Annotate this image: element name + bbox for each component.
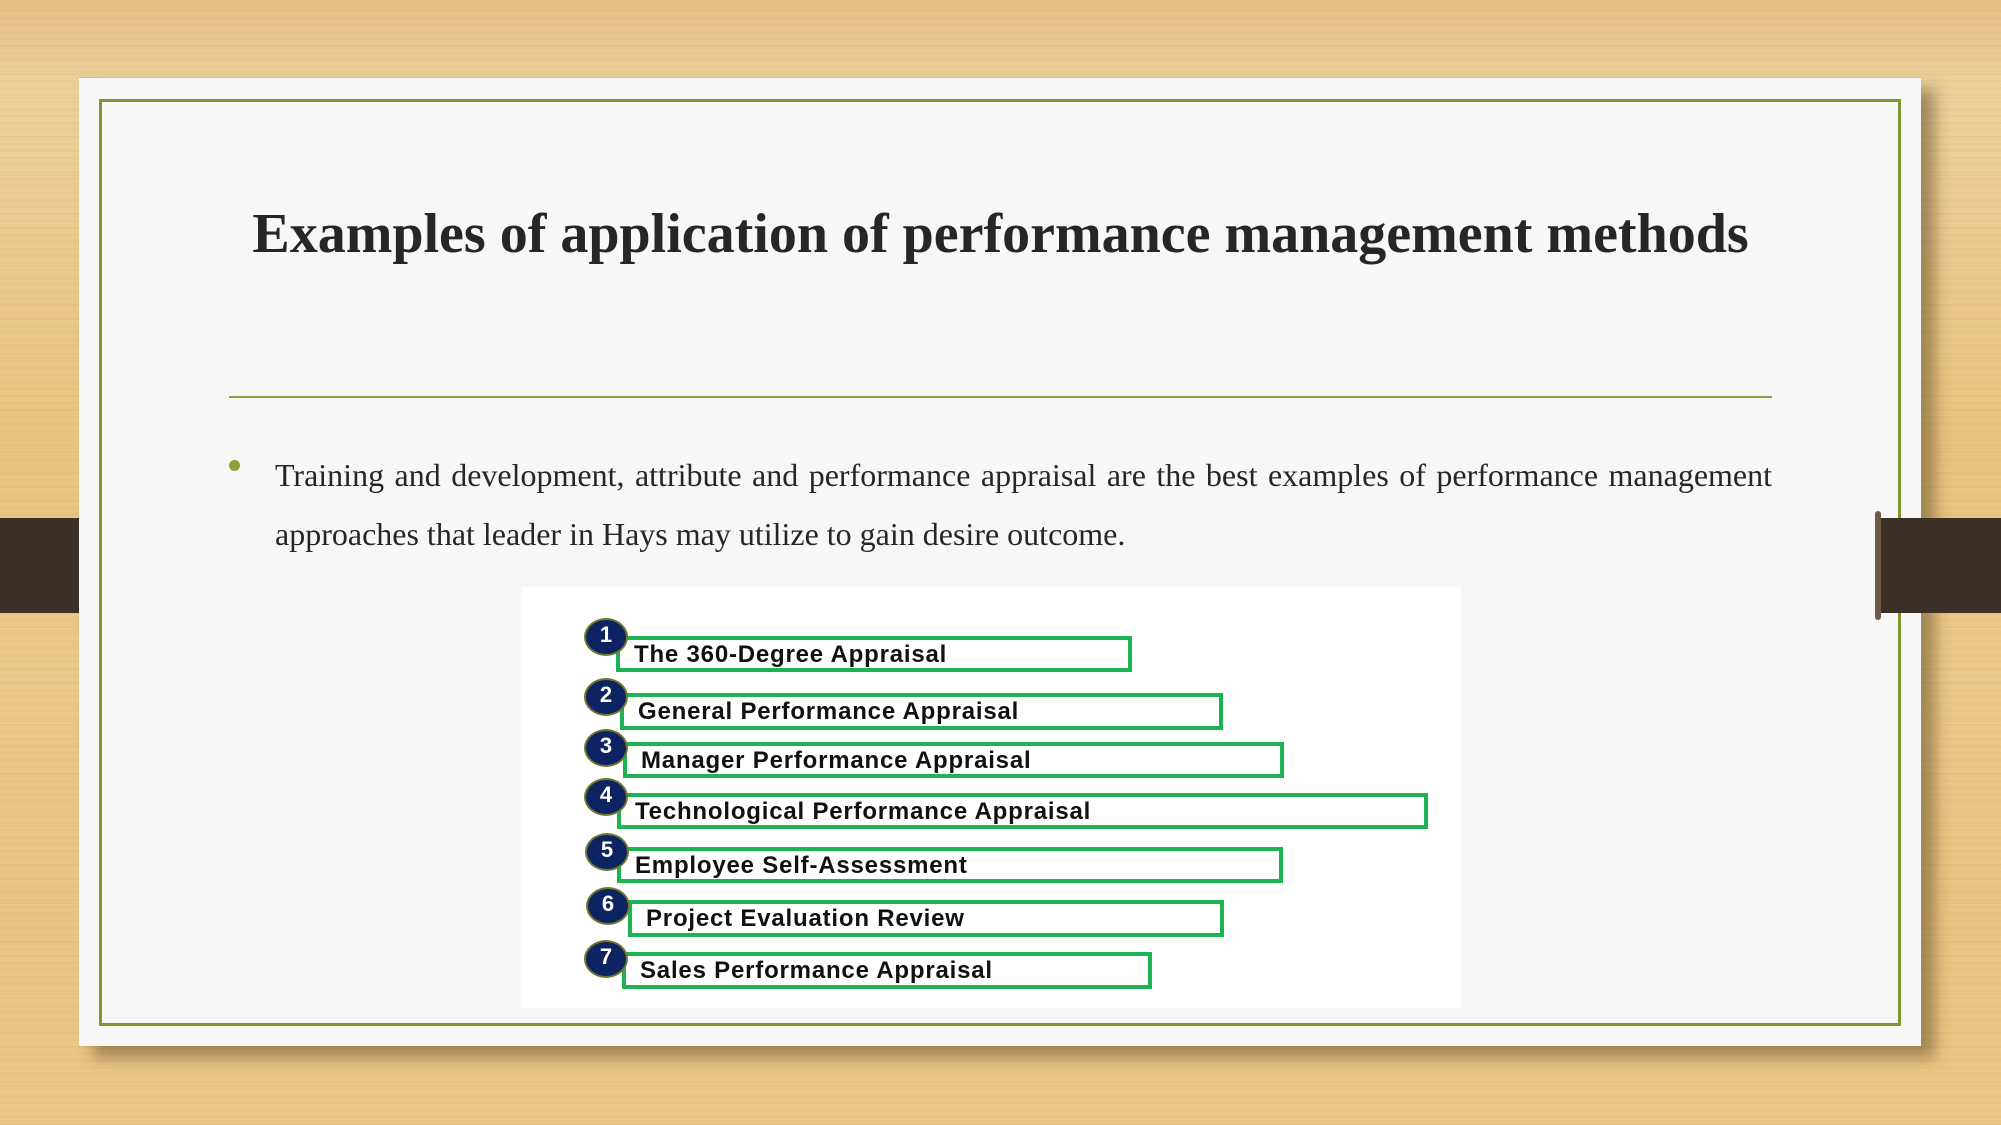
- number-badge: 7: [584, 940, 628, 978]
- method-box: Sales Performance Appraisal: [622, 952, 1152, 989]
- number-badge: 6: [586, 887, 630, 925]
- method-label: The 360-Degree Appraisal: [634, 641, 948, 668]
- method-box: Technological Performance Appraisal: [617, 793, 1428, 829]
- method-label: Project Evaluation Review: [646, 905, 965, 932]
- method-box: Project Evaluation Review: [628, 900, 1224, 937]
- method-box: The 360-Degree Appraisal: [616, 636, 1132, 672]
- method-label: Employee Self-Assessment: [635, 852, 968, 879]
- number-badge: 2: [584, 678, 628, 716]
- number-badge: 3: [584, 729, 628, 767]
- method-box: Employee Self-Assessment: [617, 847, 1283, 883]
- number-badge: 4: [584, 778, 628, 816]
- method-box: Manager Performance Appraisal: [623, 742, 1284, 778]
- title-divider: [229, 396, 1772, 398]
- method-label: Manager Performance Appraisal: [641, 747, 1032, 774]
- slide-title: Examples of application of performance m…: [252, 203, 1749, 265]
- method-label: General Performance Appraisal: [638, 698, 1020, 725]
- bullet-icon: [229, 460, 240, 471]
- bullet-item: Training and development, attribute and …: [226, 446, 1772, 564]
- binder-clip-right: [1875, 511, 2001, 620]
- bullet-text: Training and development, attribute and …: [275, 457, 1772, 552]
- method-label: Technological Performance Appraisal: [635, 798, 1092, 825]
- number-badge: 5: [585, 833, 629, 871]
- appraisal-methods-figure: The 360-Degree Appraisal 1 General Perfo…: [522, 587, 1461, 1008]
- method-box: General Performance Appraisal: [620, 693, 1223, 730]
- number-badge: 1: [584, 618, 628, 656]
- method-label: Sales Performance Appraisal: [640, 957, 993, 984]
